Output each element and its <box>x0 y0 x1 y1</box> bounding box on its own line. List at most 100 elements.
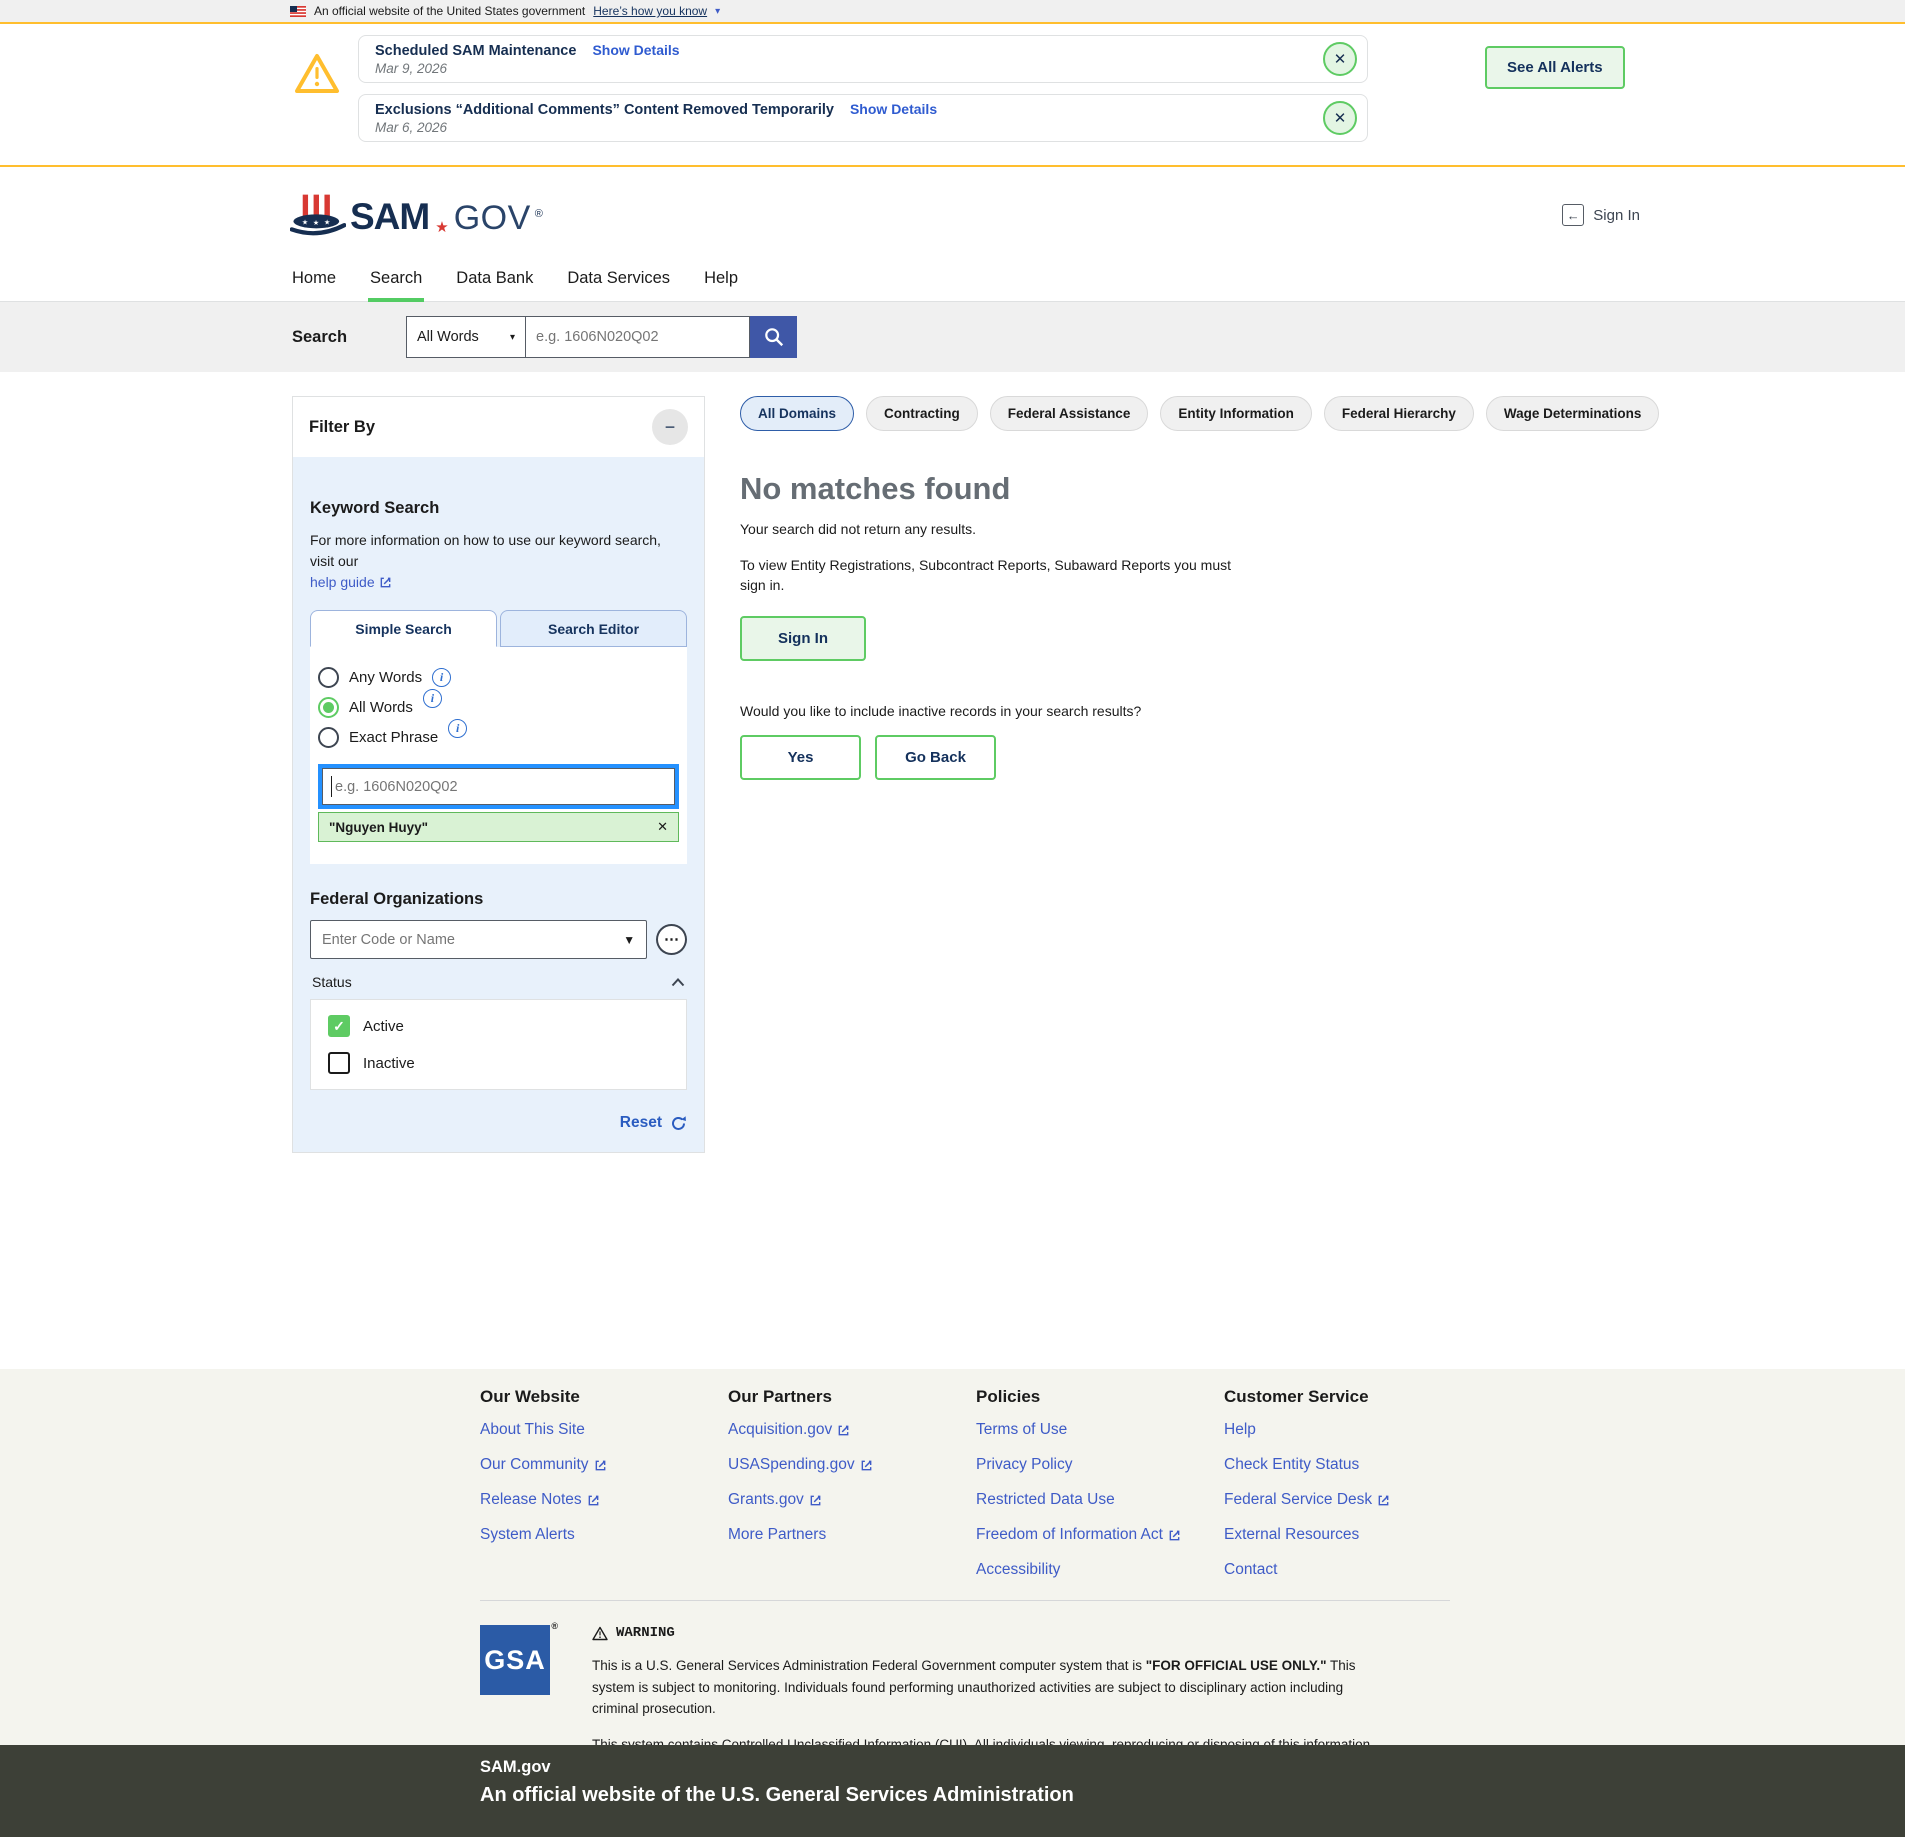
external-link-icon <box>860 1459 873 1472</box>
status-option-active[interactable]: ✓ Active <box>328 1015 669 1037</box>
identifier-agency-text: An official website of the U.S. General … <box>480 1784 1905 1807</box>
show-details-link[interactable]: Show Details <box>592 42 679 58</box>
global-search-input[interactable] <box>526 316 750 358</box>
alert-close-button[interactable]: ✕ <box>1323 101 1357 135</box>
identifier-bar: SAM.gov An official website of the U.S. … <box>0 1745 1905 1837</box>
alerts-section: Scheduled SAM Maintenance Show Details M… <box>0 24 1905 167</box>
tag-remove-icon[interactable]: ✕ <box>657 819 668 835</box>
keyword-search-input[interactable] <box>322 768 675 805</box>
see-all-alerts-button[interactable]: See All Alerts <box>1485 46 1625 89</box>
info-icon[interactable]: i <box>432 668 451 687</box>
gsa-logo: GSA ® <box>480 1625 550 1695</box>
domain-pill-federal-hierarchy[interactable]: Federal Hierarchy <box>1324 396 1474 431</box>
brand-gov: GOV <box>454 199 531 238</box>
footer-link-foia[interactable]: Freedom of Information Act <box>976 1526 1224 1544</box>
footer-link-help[interactable]: Help <box>1224 1421 1472 1439</box>
tab-search-editor[interactable]: Search Editor <box>500 610 687 647</box>
no-results-text: Your search did not return any results. <box>740 521 1600 537</box>
footer-heading: Our Website <box>480 1387 728 1407</box>
status-section-toggle[interactable]: Status <box>310 974 687 990</box>
alert-date: Mar 6, 2026 <box>375 120 1307 135</box>
footer-link-restricted-data-use[interactable]: Restricted Data Use <box>976 1491 1224 1509</box>
info-icon[interactable]: i <box>448 719 467 738</box>
status-inactive-label: Inactive <box>363 1055 415 1072</box>
footer-link-acquisition-gov[interactable]: Acquisition.gov <box>728 1421 976 1439</box>
footer-link-contact[interactable]: Contact <box>1224 1561 1472 1579</box>
tab-simple-search[interactable]: Simple Search <box>310 610 497 647</box>
external-link-icon <box>587 1494 600 1507</box>
footer-link-check-entity-status[interactable]: Check Entity Status <box>1224 1456 1472 1474</box>
sign-in-requirement-text: To view Entity Registrations, Subcontrac… <box>740 555 1245 596</box>
text-cursor <box>331 776 332 797</box>
help-guide-link[interactable]: help guide <box>310 572 392 593</box>
nav-item-data-bank[interactable]: Data Bank <box>454 263 535 301</box>
domain-pill-contracting[interactable]: Contracting <box>866 396 978 431</box>
search-strip-label: Search <box>292 328 406 347</box>
radio-any-words[interactable] <box>318 667 339 688</box>
footer-link-system-alerts[interactable]: System Alerts <box>480 1526 728 1544</box>
checkbox-inactive[interactable] <box>328 1052 350 1074</box>
warning-heading: WARNING <box>616 1625 675 1641</box>
yes-button[interactable]: Yes <box>740 735 861 780</box>
status-option-inactive[interactable]: Inactive <box>328 1052 669 1074</box>
alert-title: Scheduled SAM Maintenance <box>375 43 576 59</box>
footer-column-policies: Policies Terms of Use Privacy Policy Res… <box>976 1387 1224 1596</box>
sign-in-button[interactable]: Sign In <box>740 616 866 661</box>
nav-item-data-services[interactable]: Data Services <box>565 263 672 301</box>
collapse-filters-button[interactable]: − <box>652 409 688 445</box>
svg-text:★: ★ <box>302 218 308 226</box>
keyword-tag: "Nguyen Huyy" ✕ <box>318 812 679 842</box>
keyword-input-focus-ring <box>318 764 679 809</box>
how-you-know-link[interactable]: Here’s how you know <box>593 4 707 18</box>
footer-link-privacy-policy[interactable]: Privacy Policy <box>976 1456 1224 1474</box>
footer-link-external-resources[interactable]: External Resources <box>1224 1526 1472 1544</box>
nav-item-home[interactable]: Home <box>290 263 338 301</box>
footer-link-our-community[interactable]: Our Community <box>480 1456 728 1474</box>
footer-heading: Our Partners <box>728 1387 976 1407</box>
federal-org-select[interactable]: Enter Code or Name ▼ <box>310 920 647 959</box>
footer-link-accessibility[interactable]: Accessibility <box>976 1561 1224 1579</box>
search-scope-select[interactable]: All Words ▾ <box>406 316 526 358</box>
show-details-link[interactable]: Show Details <box>850 101 937 117</box>
filter-panel: Filter By − Keyword Search For more info… <box>292 396 705 1153</box>
footer-link-release-notes[interactable]: Release Notes <box>480 1491 728 1509</box>
us-flag-icon <box>290 6 306 17</box>
site-header: ★ ★ ★ SAM★GOV ® ← Sign In <box>0 167 1905 263</box>
status-label: Status <box>312 974 352 990</box>
alert-close-button[interactable]: ✕ <box>1323 42 1357 76</box>
check-icon: ✓ <box>333 1018 345 1035</box>
sam-gov-logo[interactable]: ★ ★ ★ SAM★GOV ® <box>290 192 543 238</box>
footer-link-more-partners[interactable]: More Partners <box>728 1526 976 1544</box>
domain-pill-federal-assistance[interactable]: Federal Assistance <box>990 396 1149 431</box>
status-options-box: ✓ Active Inactive <box>310 999 687 1090</box>
svg-text:★: ★ <box>324 218 330 226</box>
checkbox-active[interactable]: ✓ <box>328 1015 350 1037</box>
nav-item-help[interactable]: Help <box>702 263 740 301</box>
footer-link-about-this-site[interactable]: About This Site <box>480 1421 728 1439</box>
nav-item-search[interactable]: Search <box>368 263 424 302</box>
simple-search-card: Any Words i All Words i Exact Phrase i <box>310 647 687 864</box>
search-submit-button[interactable] <box>750 316 797 358</box>
sign-in-arrow-icon: ← <box>1562 204 1584 226</box>
radio-exact-phrase[interactable] <box>318 727 339 748</box>
search-icon <box>763 326 785 348</box>
reset-filters-link[interactable]: Reset <box>310 1114 687 1132</box>
domain-pill-all-domains[interactable]: All Domains <box>740 396 854 431</box>
close-icon: ✕ <box>1334 51 1347 68</box>
footer-link-terms-of-use[interactable]: Terms of Use <box>976 1421 1224 1439</box>
chevron-up-icon <box>671 978 685 987</box>
footer-link-federal-service-desk[interactable]: Federal Service Desk <box>1224 1491 1472 1509</box>
go-back-button[interactable]: Go Back <box>875 735 996 780</box>
alert-card: Scheduled SAM Maintenance Show Details M… <box>358 35 1368 83</box>
info-icon[interactable]: i <box>423 689 442 708</box>
domain-pill-entity-information[interactable]: Entity Information <box>1160 396 1312 431</box>
domain-pill-wage-determinations[interactable]: Wage Determinations <box>1486 396 1660 431</box>
results-area: All Domains Contracting Federal Assistan… <box>740 396 1600 780</box>
header-sign-in-link[interactable]: ← Sign In <box>1562 204 1640 226</box>
include-inactive-question: Would you like to include inactive recor… <box>740 703 1600 719</box>
org-more-options-button[interactable]: ⋯ <box>656 924 687 955</box>
brand-sam: SAM <box>350 196 429 238</box>
footer-link-usaspending-gov[interactable]: USASpending.gov <box>728 1456 976 1474</box>
radio-all-words[interactable] <box>318 697 339 718</box>
footer-link-grants-gov[interactable]: Grants.gov <box>728 1491 976 1509</box>
